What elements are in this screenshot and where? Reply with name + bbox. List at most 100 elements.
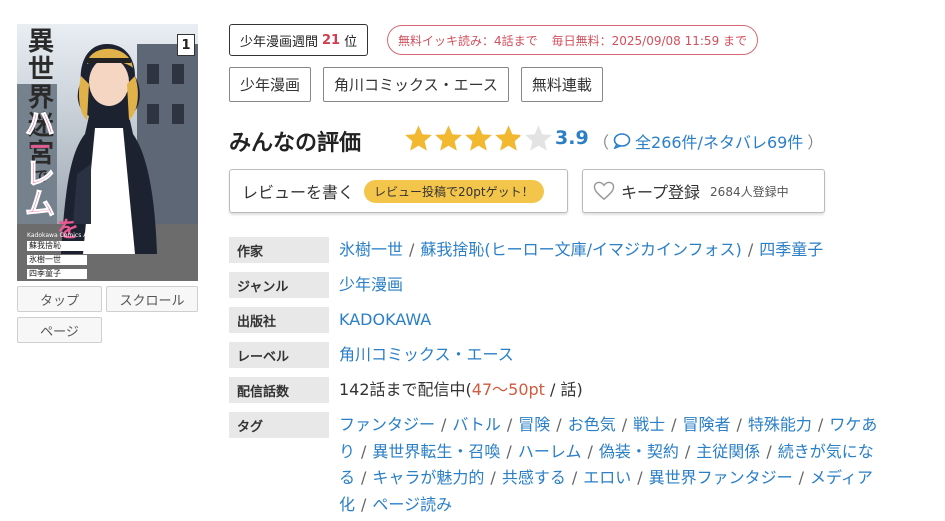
imprint-link[interactable]: 角川コミックス・エース: [339, 345, 514, 364]
tag-list: ファンタジー / バトル / 冒険 / お色気 / 戦士 / 冒険者 / 特殊能力 / ワケあり / 異世界転生…: [339, 412, 899, 518]
ranking-prefix: 少年漫画週間: [240, 34, 319, 50]
info-label: ジャンル: [229, 272, 329, 298]
view-mode-tap-button[interactable]: タップ: [17, 286, 102, 312]
write-review-label: レビューを書く: [242, 183, 355, 202]
separator: /: [441, 415, 447, 434]
free-ikki-text: 無料イッキ読み：4話まで: [398, 33, 538, 48]
separator: /: [621, 415, 628, 434]
rating-title: みんなの評価: [229, 131, 362, 156]
separator: /: [637, 468, 643, 487]
separator: /: [490, 468, 496, 487]
episodes-prefix: 142話まで配信中(: [339, 380, 472, 399]
keep-register-label: キープ登録: [621, 183, 701, 202]
tag-link[interactable]: 共感する: [502, 468, 566, 487]
info-label: レーベル: [229, 342, 329, 368]
ranking-number: 21: [322, 32, 341, 48]
separator: /: [571, 468, 578, 487]
cover-title-char: 異: [27, 27, 54, 57]
info-value-episodes: 142話まで配信中(47〜50pt / 話): [339, 377, 583, 403]
separator: /: [587, 441, 593, 461]
category-tag-shonen[interactable]: 少年漫画: [229, 67, 312, 102]
info-row-author: 作家 氷樹一世 / 蘇我捨恥(ヒーロー文庫/イマジカインフォス) / 四季童子: [229, 237, 909, 263]
separator: /: [817, 415, 824, 434]
view-mode-scroll-button[interactable]: スクロール: [106, 286, 198, 312]
info-label: タグ: [229, 412, 329, 438]
free-reading-badge: 無料イッキ読み：4話まで 毎日無料：2025/09/08 11:59 まで: [387, 25, 759, 55]
author-link[interactable]: 四季童子: [759, 240, 823, 259]
cover-publisher-mark: Kadokawa Comics A: [27, 232, 88, 239]
cover-credit: 蘇我捨恥: [27, 241, 88, 251]
tag-link[interactable]: 異世界ファンタジー: [649, 468, 793, 487]
speech-bubble-icon: [613, 133, 631, 149]
separator: /: [671, 415, 677, 434]
separator: /: [409, 240, 415, 259]
publisher-link[interactable]: KADOKAWA: [339, 310, 431, 329]
tag-link[interactable]: お色気: [568, 415, 616, 434]
volume-badge: 1: [177, 34, 195, 56]
separator: /: [747, 240, 754, 259]
counts-open-paren: （: [593, 133, 610, 152]
separator: /: [736, 415, 742, 434]
tag-link[interactable]: 戦士: [633, 415, 665, 434]
star-icon: [495, 125, 522, 151]
star-icon: [465, 125, 492, 151]
heart-icon: [593, 181, 615, 201]
episodes-suffix: / 話): [544, 380, 583, 399]
info-row-label: レーベル 角川コミックス・エース: [229, 342, 909, 368]
star-icon: [435, 125, 462, 151]
ranking-suffix: 位: [344, 34, 358, 50]
separator: /: [506, 415, 513, 434]
separator: /: [798, 468, 805, 487]
cover-title-char: レ: [25, 157, 56, 192]
tag-link[interactable]: ページ読み: [372, 495, 452, 514]
tag-link[interactable]: 異世界転生・召喚: [372, 442, 500, 461]
info-label: 配信話数: [229, 377, 329, 403]
category-tag-free[interactable]: 無料連載: [520, 67, 603, 102]
separator: /: [361, 468, 367, 487]
tag-link[interactable]: 冒険者: [683, 415, 731, 434]
tag-link[interactable]: バトル: [452, 415, 500, 434]
category-tags: 少年漫画 角川コミックス・エース 無料連載: [229, 67, 603, 102]
episodes-price: 47〜50pt: [471, 380, 545, 399]
counts-close-paren: ）: [807, 133, 824, 152]
cover-title-char: ハ: [25, 107, 56, 142]
tag-link[interactable]: ファンタジー: [339, 415, 435, 434]
tag-link[interactable]: キャラが魅力的: [372, 468, 484, 487]
review-bonus-pill: レビュー投稿で20ptゲット！: [364, 179, 544, 203]
book-cover-image[interactable]: 異 世 界 迷 宮 で ハ ー レ ム を 1 Kadokawa Comics …: [17, 24, 198, 281]
tag-link[interactable]: エロい: [583, 468, 631, 487]
separator: /: [361, 494, 367, 514]
rating-score: 3.9: [555, 127, 589, 149]
write-review-button[interactable]: レビューを書く レビュー投稿で20ptゲット！: [229, 169, 568, 213]
genre-link[interactable]: 少年漫画: [339, 275, 403, 294]
tag-link[interactable]: 冒険: [518, 415, 550, 434]
tag-link[interactable]: 偽装・契約: [599, 442, 679, 461]
rating-stars: [404, 124, 553, 153]
book-info-table: 作家 氷樹一世 / 蘇我捨恥(ヒーロー文庫/イマジカインフォス) / 四季童子 ジャンル…: [229, 237, 909, 521]
keep-register-button[interactable]: キープ登録 2684人登録中: [582, 169, 825, 213]
info-label: 出版社: [229, 307, 329, 333]
info-row-publisher: 出版社 KADOKAWA: [229, 307, 909, 333]
star-icon: [525, 125, 552, 151]
keep-register-count: 2684人登録中: [710, 184, 789, 199]
review-counts-link[interactable]: （ 全266件/ネタバレ69件 ）: [593, 129, 823, 153]
separator: /: [361, 441, 367, 461]
separator: /: [506, 441, 512, 461]
star-icon: [405, 125, 432, 151]
view-mode-page-button[interactable]: ページ: [17, 317, 102, 343]
info-value-authors: 氷樹一世 / 蘇我捨恥(ヒーロー文庫/イマジカインフォス) / 四季童子: [339, 237, 823, 263]
category-tag-label[interactable]: 角川コミックス・エース: [323, 67, 509, 102]
ranking-badge[interactable]: 少年漫画週間 21 位: [229, 24, 369, 56]
tag-link[interactable]: 特殊能力: [748, 415, 812, 434]
info-row-tags: タグ ファンタジー / バトル / 冒険 / お色気 / 戦士 / 冒険者 / 特殊能力 / ワケあり / 異世…: [229, 412, 909, 518]
tag-link[interactable]: 主従関係: [696, 442, 760, 461]
cover-title-char: 世: [27, 55, 54, 85]
tag-link[interactable]: ハーレム: [518, 442, 582, 461]
author-link[interactable]: 氷樹一世: [339, 240, 403, 259]
info-row-genre: ジャンル 少年漫画: [229, 272, 909, 298]
author-link[interactable]: 蘇我捨恥(ヒーロー文庫/イマジカインフォス): [420, 240, 741, 259]
separator: /: [556, 415, 562, 434]
info-row-episodes: 配信話数 142話まで配信中(47〜50pt / 話): [229, 377, 909, 403]
free-daily-text: 毎日無料：2025/09/08 11:59 まで: [551, 33, 748, 48]
cover-credit: 氷樹一世: [27, 255, 88, 265]
